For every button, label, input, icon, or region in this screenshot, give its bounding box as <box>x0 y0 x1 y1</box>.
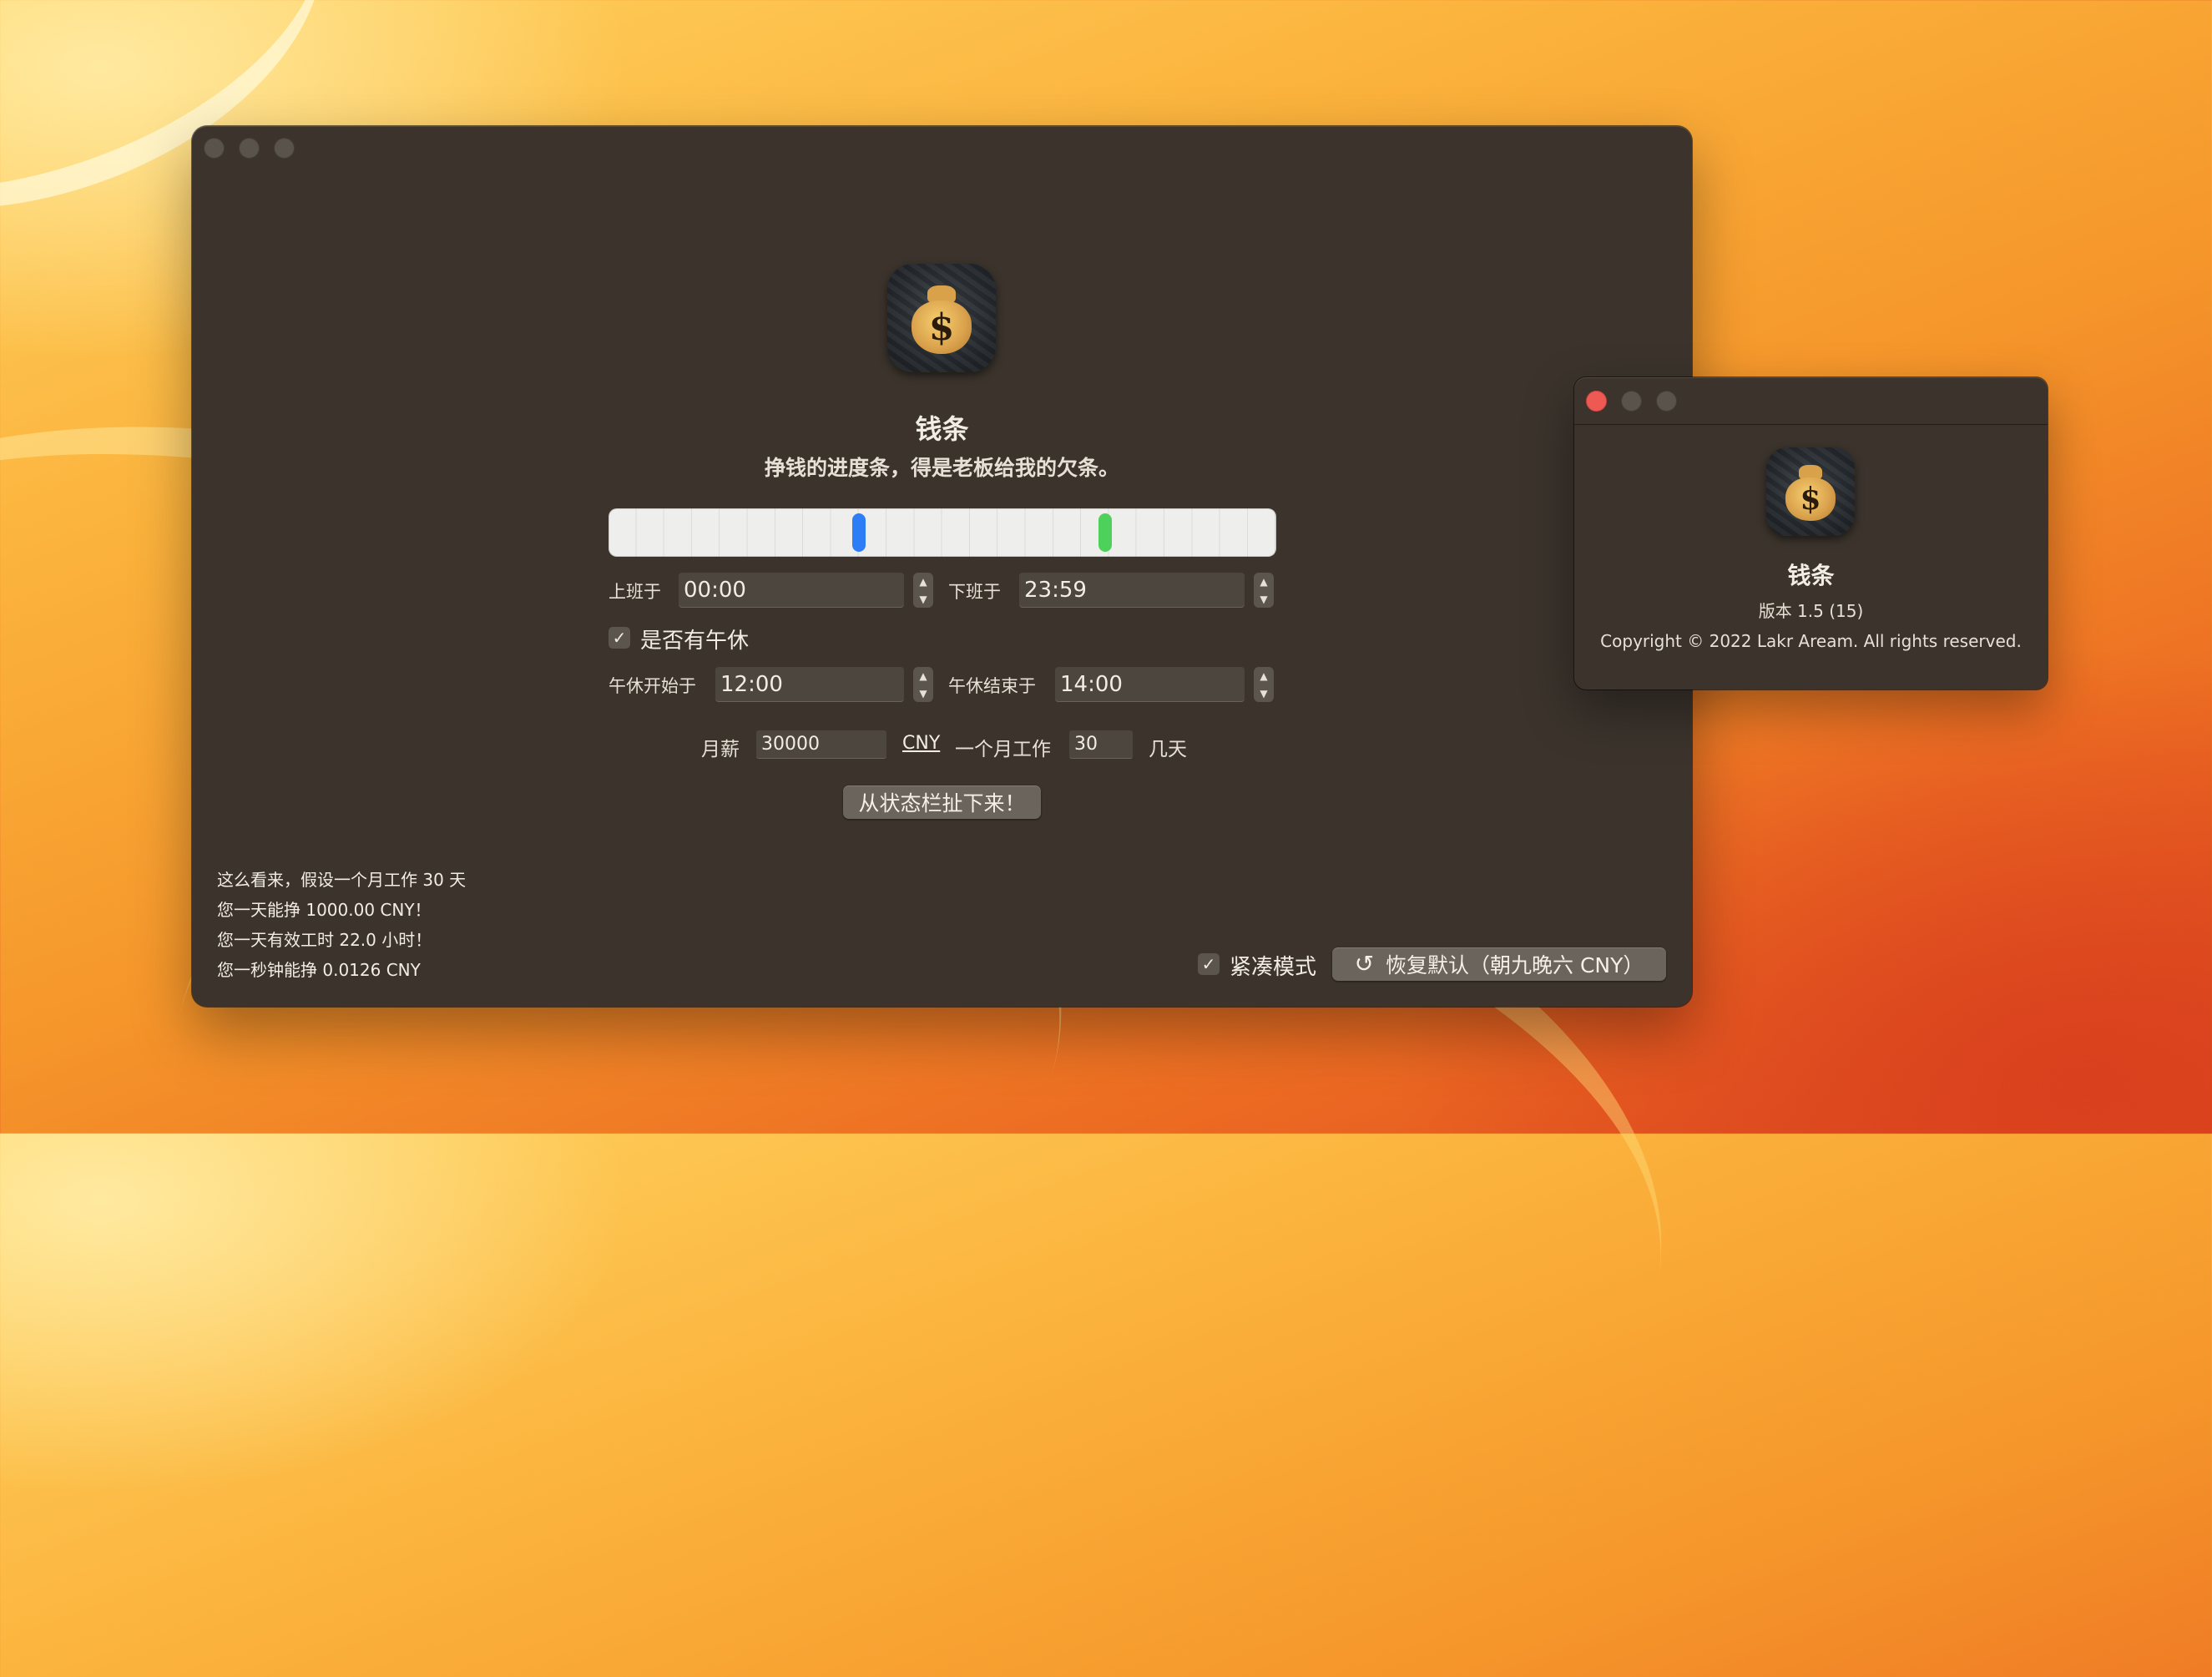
close-button[interactable] <box>204 138 225 159</box>
chevron-up-icon[interactable]: ▲ <box>919 576 927 588</box>
salary-field[interactable]: 30000 <box>756 730 886 759</box>
currency-link[interactable]: CNY <box>902 733 940 754</box>
workdays-field[interactable]: 30 <box>1069 730 1133 759</box>
stats-line: 您一天能挣 1000.00 CNY！ <box>217 900 432 920</box>
reset-defaults-button[interactable]: ↺ 恢复默认（朝九晚六 CNY） <box>1332 947 1666 981</box>
checkmark-icon: ✓ <box>1201 954 1216 974</box>
reset-button-label: 恢复默认（朝九晚六 CNY） <box>1386 953 1644 977</box>
workdays-unit: 几天 <box>1149 739 1187 760</box>
salary-label: 月薪 <box>701 739 740 760</box>
about-app-title: 钱条 <box>1787 562 1835 589</box>
lunch-start-label: 午休开始于 <box>609 676 696 696</box>
minimize-button[interactable] <box>239 138 260 159</box>
app-title: 钱条 <box>915 413 969 445</box>
compact-mode-checkbox[interactable]: ✓ <box>1198 953 1220 975</box>
stats-line: 您一天有效工时 22.0 小时！ <box>217 930 432 950</box>
window-controls <box>204 138 295 159</box>
main-window: $ 钱条 挣钱的进度条，得是老板给我的欠条。 上班于 00:00 ▲ ▼ 下班于… <box>192 126 1692 1007</box>
work-start-field[interactable]: 00:00 <box>679 573 904 608</box>
compact-mode-label: 紧凑模式 <box>1230 955 1317 980</box>
earnings-stats: 这么看来，假设一个月工作 30 天 您一天能挣 1000.00 CNY！ 您一天… <box>217 865 466 985</box>
money-bag-icon: $ <box>887 264 996 372</box>
lunch-end-label: 午休结束于 <box>948 676 1036 696</box>
lunch-end-stepper[interactable]: ▲ ▼ <box>1254 667 1274 702</box>
stats-line: 您一秒钟能挣 0.0126 CNY <box>217 960 421 980</box>
about-copyright: Copyright © 2022 Lakr Aream. All rights … <box>1600 631 2022 651</box>
lunch-end-field[interactable]: 14:00 <box>1055 667 1245 702</box>
lunch-start-stepper[interactable]: ▲ ▼ <box>913 667 933 702</box>
window-controls <box>1586 391 1677 412</box>
chevron-up-icon[interactable]: ▲ <box>919 670 927 682</box>
progress-marker-green <box>1098 513 1113 552</box>
work-end-stepper[interactable]: ▲ ▼ <box>1254 573 1274 608</box>
work-progress-bar <box>609 508 1276 557</box>
money-bag-icon: $ <box>1766 447 1855 536</box>
checkmark-icon: ✓ <box>612 628 627 648</box>
chevron-down-icon[interactable]: ▼ <box>919 688 927 700</box>
lunch-start-field[interactable]: 12:00 <box>715 667 904 702</box>
chevron-down-icon[interactable]: ▼ <box>1260 594 1267 605</box>
lunch-checkbox-label: 是否有午休 <box>640 629 750 654</box>
zoom-button[interactable] <box>1656 391 1677 412</box>
progress-marker-blue <box>852 513 866 552</box>
workdays-label: 一个月工作 <box>955 739 1051 760</box>
detach-from-status-bar-button[interactable]: 从状态栏扯下来！ <box>843 785 1041 819</box>
chevron-up-icon[interactable]: ▲ <box>1260 576 1267 588</box>
about-window: $ 钱条 版本 1.5 (15) Copyright © 2022 Lakr A… <box>1574 377 2048 689</box>
chevron-down-icon[interactable]: ▼ <box>1260 688 1267 700</box>
chevron-up-icon[interactable]: ▲ <box>1260 670 1267 682</box>
close-button[interactable] <box>1586 391 1607 412</box>
work-end-label: 下班于 <box>948 582 1001 602</box>
work-start-stepper[interactable]: ▲ ▼ <box>913 573 933 608</box>
stats-line: 这么看来，假设一个月工作 30 天 <box>217 870 467 890</box>
chevron-down-icon[interactable]: ▼ <box>919 594 927 605</box>
work-end-field[interactable]: 23:59 <box>1019 573 1245 608</box>
work-start-label: 上班于 <box>609 582 661 602</box>
app-tagline: 挣钱的进度条，得是老板给我的欠条。 <box>764 456 1119 480</box>
lunch-checkbox[interactable]: ✓ <box>609 627 630 649</box>
reset-icon: ↺ <box>1354 950 1375 977</box>
minimize-button[interactable] <box>1621 391 1642 412</box>
about-version: 版本 1.5 (15) <box>1758 601 1864 621</box>
zoom-button[interactable] <box>274 138 295 159</box>
